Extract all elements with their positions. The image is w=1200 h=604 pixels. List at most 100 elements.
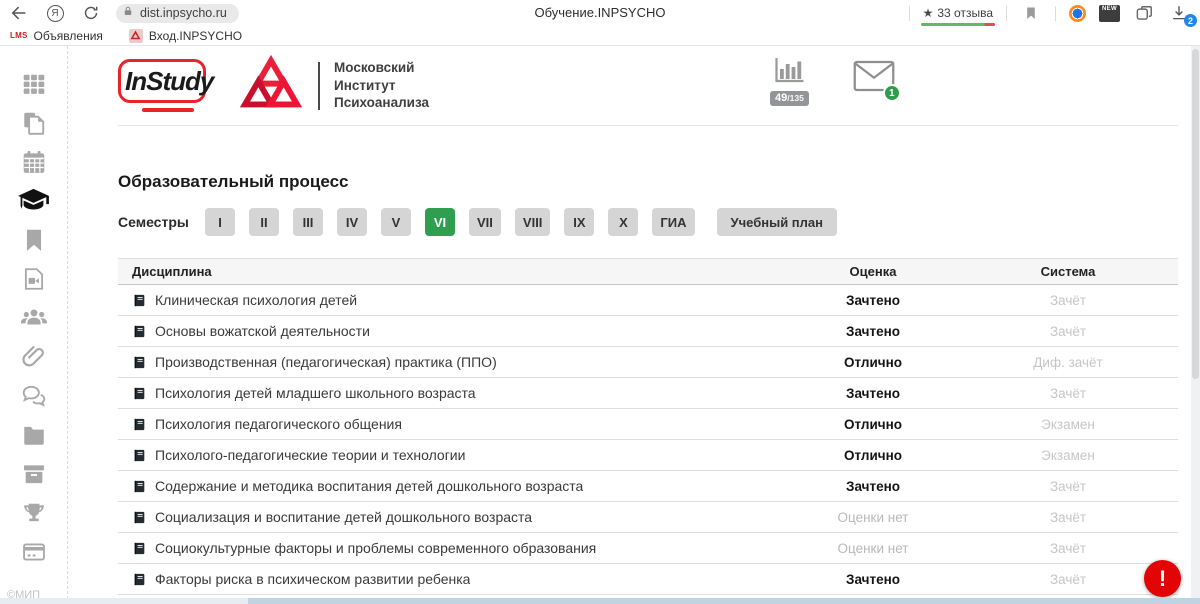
discipline-cell: Психология педагогического общения [118, 416, 788, 432]
instudy-logo-bar [142, 108, 194, 113]
grade-cell: Оценки нет [788, 541, 958, 556]
semester-tab-ГИА[interactable]: ГИА [652, 208, 694, 236]
system-cell: Зачёт [958, 541, 1178, 556]
system-cell: Экзамен [958, 417, 1178, 432]
bar-chart-icon [774, 57, 805, 89]
instudy-logo-text: InStudy [125, 66, 213, 97]
horizontal-scrollbar[interactable] [0, 598, 1200, 604]
semester-tab-I[interactable]: I [205, 208, 235, 236]
sidebar-item-folders[interactable] [17, 415, 50, 454]
discipline-cell: Факторы риска в психическом развитии реб… [118, 571, 788, 587]
sidebar-item-achievements[interactable] [17, 493, 50, 532]
sidebar-item-community[interactable] [17, 298, 50, 337]
extension-new-icon[interactable]: NEW [1099, 5, 1120, 22]
video-materials-icon [21, 266, 47, 292]
discipline-link[interactable]: Психолого-педагогические теории и технол… [155, 447, 465, 463]
book-icon [132, 448, 147, 463]
main-content: InStudy Московский Институт Психоанализа [68, 46, 1200, 604]
extension-orb-icon[interactable] [1069, 5, 1086, 22]
vertical-scrollbar-thumb[interactable] [1192, 49, 1199, 379]
column-header-discipline: Дисциплина [118, 264, 788, 279]
new-icon-label: NEW [1099, 5, 1120, 14]
book-icon [132, 479, 147, 494]
grade-cell: Зачтено [788, 479, 958, 494]
discipline-cell: Социокультурные факторы и проблемы совре… [118, 540, 788, 556]
discipline-link[interactable]: Психология детей младшего школьного возр… [155, 385, 476, 401]
curriculum-button[interactable]: Учебный план [717, 208, 837, 236]
system-cell: Экзамен [958, 448, 1178, 463]
progress-stats-button[interactable]: 49/135 [770, 57, 809, 106]
system-cell: Зачёт [958, 479, 1178, 494]
book-icon [132, 324, 147, 339]
downloads-icon[interactable]: 2 [1168, 2, 1190, 24]
table-row: Содержание и методика воспитания детей д… [118, 471, 1178, 502]
instudy-logo[interactable]: InStudy [118, 57, 214, 115]
semester-tab-VI[interactable]: VI [425, 208, 455, 236]
app-window: ©МИП InStudy Московский Институт Психоан… [0, 46, 1200, 604]
semester-tab-VII[interactable]: VII [469, 208, 501, 236]
star-icon: ★ [923, 6, 934, 20]
community-icon [21, 305, 47, 331]
sidebar-item-payments[interactable] [17, 532, 50, 571]
table-row: Основы вожатской деятельностиЗачтеноЗачё… [118, 316, 1178, 347]
mip-triangles-logo[interactable] [240, 55, 302, 116]
vertical-scrollbar[interactable] [1191, 46, 1200, 598]
semester-tab-X[interactable]: X [608, 208, 638, 236]
sidebar-item-attachments[interactable] [17, 337, 50, 376]
discipline-link[interactable]: Основы вожатской деятельности [155, 323, 370, 339]
mail-button[interactable]: 1 [853, 59, 895, 98]
bookmark-label: Объявления [34, 29, 103, 43]
institute-name-line: Институт [334, 77, 429, 95]
semester-tab-III[interactable]: III [293, 208, 323, 236]
sidebar-item-education[interactable] [17, 181, 50, 220]
semester-row: Семестры IIIIIIIVVVIVIIVIIIIXXГИА Учебны… [118, 208, 1178, 236]
semesters-label: Семестры [118, 214, 205, 230]
table-row: Производственная (педагогическая) практи… [118, 347, 1178, 378]
sidebar-item-archive[interactable] [17, 454, 50, 493]
semester-tab-II[interactable]: II [249, 208, 279, 236]
discipline-link[interactable]: Социализация и воспитание детей дошкольн… [155, 509, 532, 525]
bookmark-flag-icon[interactable] [1020, 2, 1042, 24]
sidebar-item-calendar[interactable] [17, 142, 50, 181]
horizontal-scrollbar-thumb[interactable] [248, 598, 1200, 604]
book-icon [132, 510, 147, 525]
bookmark-inpsycho-login[interactable]: Вход.INPSYCHO [129, 29, 242, 43]
toolbar-divider [1055, 6, 1056, 21]
institute-name-line: Психоанализа [334, 94, 429, 112]
semester-tab-V[interactable]: V [381, 208, 411, 236]
sidebar-item-video-materials[interactable] [17, 259, 50, 298]
discipline-link[interactable]: Факторы риска в психическом развитии реб… [155, 571, 470, 587]
progress-badge: 49/135 [770, 91, 809, 106]
progress-current: 49 [775, 92, 787, 104]
semester-tab-IV[interactable]: IV [337, 208, 367, 236]
toolbar-divider [909, 6, 910, 21]
discipline-link[interactable]: Содержание и методика воспитания детей д… [155, 478, 583, 494]
discipline-link[interactable]: Психология педагогического общения [155, 416, 402, 432]
alert-button[interactable]: ! [1144, 560, 1181, 597]
sidebar-item-bookmarks[interactable] [17, 220, 50, 259]
book-icon [132, 293, 147, 308]
apps-grid-icon [21, 71, 47, 97]
semester-tab-IX[interactable]: IX [564, 208, 594, 236]
browser-toolbar: Я dist.inpsycho.ru Обучение.INPSYCHO ★ 3… [0, 0, 1200, 26]
column-header-system: Система [958, 264, 1178, 279]
discipline-link[interactable]: Производственная (педагогическая) практи… [155, 354, 497, 370]
semester-tab-VIII[interactable]: VIII [515, 208, 551, 236]
sidebar-item-apps-grid[interactable] [17, 64, 50, 103]
discipline-link[interactable]: Клиническая психология детей [155, 292, 357, 308]
reviews-widget[interactable]: ★ 33 отзыва [923, 6, 993, 26]
sidebar-item-documents[interactable] [17, 103, 50, 142]
discipline-link[interactable]: Социокультурные факторы и проблемы совре… [155, 540, 596, 556]
table-row: Факторы риска в психическом развитии реб… [118, 564, 1178, 595]
table-row: Психология детей младшего школьного возр… [118, 378, 1178, 409]
institute-name-line: Московский [334, 59, 429, 77]
sidebar-item-messages[interactable] [17, 376, 50, 415]
system-cell: Зачёт [958, 510, 1178, 525]
calendar-icon [21, 149, 47, 175]
system-cell: Зачёт [958, 293, 1178, 308]
semester-tabs: IIIIIIIVVVIVIIVIIIIXXГИА [205, 208, 709, 236]
collections-icon[interactable] [1133, 2, 1155, 24]
book-icon [132, 572, 147, 587]
bookmark-announcements[interactable]: LMS Объявления [10, 29, 103, 43]
grade-cell: Зачтено [788, 386, 958, 401]
